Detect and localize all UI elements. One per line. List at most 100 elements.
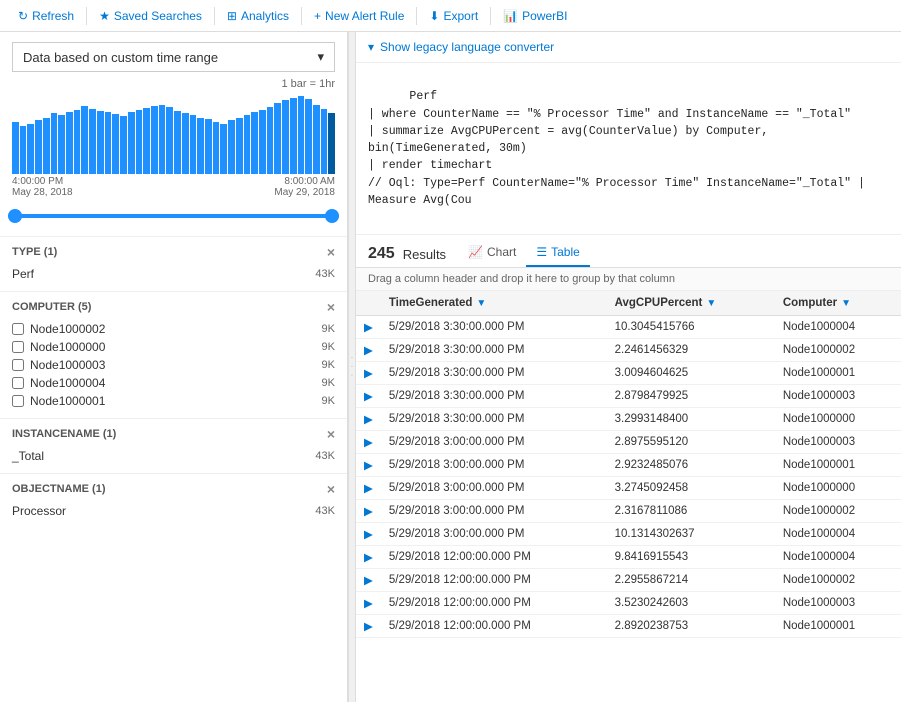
computer-filter-icon[interactable]: ▼: [841, 298, 851, 309]
row-expand-12[interactable]: ▶: [356, 592, 381, 615]
computer-checkbox-3[interactable]: [12, 377, 24, 389]
range-thumb-right[interactable]: [325, 209, 339, 223]
row-computer-10: Node1000004: [775, 546, 901, 569]
hist-bar-35[interactable]: [282, 100, 289, 174]
powerbi-label: PowerBI: [522, 9, 567, 23]
hist-bar-4[interactable]: [43, 118, 50, 174]
new-alert-button[interactable]: + New Alert Rule: [304, 5, 414, 27]
row-expand-9[interactable]: ▶: [356, 523, 381, 546]
hist-bar-23[interactable]: [190, 115, 197, 174]
range-slider[interactable]: [0, 202, 347, 236]
col-header-time: TimeGenerated ▼: [381, 291, 607, 316]
row-expand-4[interactable]: ▶: [356, 408, 381, 431]
type-filter-close[interactable]: ×: [327, 245, 335, 259]
hist-bar-27[interactable]: [220, 124, 227, 174]
row-expand-7[interactable]: ▶: [356, 477, 381, 500]
hist-bar-34[interactable]: [274, 103, 281, 174]
hist-bar-5[interactable]: [51, 113, 58, 174]
legacy-banner[interactable]: ▾ Show legacy language converter: [356, 32, 901, 63]
hist-bar-33[interactable]: [267, 107, 274, 174]
computer-checkbox-0[interactable]: [12, 323, 24, 335]
range-track: [8, 214, 339, 218]
hist-bar-29[interactable]: [236, 118, 243, 174]
analytics-icon: ⊞: [227, 9, 237, 23]
hist-bar-39[interactable]: [313, 105, 320, 174]
row-expand-8[interactable]: ▶: [356, 500, 381, 523]
avg-filter-icon[interactable]: ▼: [706, 298, 716, 309]
range-thumb-left[interactable]: [8, 209, 22, 223]
time-range-dropdown[interactable]: Data based on custom time range ▾: [12, 42, 335, 72]
hist-bar-3[interactable]: [35, 120, 42, 174]
hist-bar-22[interactable]: [182, 113, 189, 174]
hist-bar-15[interactable]: [128, 112, 135, 174]
drag-hint-text: Drag a column header and drop it here to…: [368, 273, 675, 285]
chevron-right-icon: ▾: [368, 40, 374, 54]
hist-bar-17[interactable]: [143, 108, 150, 174]
hist-bar-20[interactable]: [166, 107, 173, 174]
time-filter-icon[interactable]: ▼: [476, 298, 486, 309]
computer-checkbox-2[interactable]: [12, 359, 24, 371]
computer-filter-close[interactable]: ×: [327, 300, 335, 314]
row-expand-5[interactable]: ▶: [356, 431, 381, 454]
export-button[interactable]: ⬇ Export: [419, 5, 488, 27]
hist-bar-41[interactable]: [328, 113, 335, 174]
hist-bar-13[interactable]: [112, 114, 119, 174]
refresh-button[interactable]: ↻ Refresh: [8, 5, 84, 27]
tab-chart[interactable]: 📈 Chart: [458, 241, 526, 267]
hist-bar-37[interactable]: [298, 96, 305, 174]
type-filter-count-0: 43K: [315, 268, 335, 280]
hist-bar-18[interactable]: [151, 106, 158, 174]
hist-bar-40[interactable]: [321, 109, 328, 174]
hist-bar-28[interactable]: [228, 120, 235, 174]
hist-bar-38[interactable]: [305, 99, 312, 174]
row-expand-1[interactable]: ▶: [356, 339, 381, 362]
hist-bar-8[interactable]: [74, 110, 81, 174]
hist-bar-6[interactable]: [58, 115, 65, 174]
row-computer-8: Node1000002: [775, 500, 901, 523]
row-expand-13[interactable]: ▶: [356, 615, 381, 638]
hist-bar-19[interactable]: [159, 105, 166, 174]
objectname-filter-name-0: Processor: [12, 504, 66, 518]
query-area: Perf | where CounterName == "% Processor…: [356, 63, 901, 235]
tab-table[interactable]: ☰ Table: [526, 241, 589, 267]
row-avg-12: 3.5230242603: [607, 592, 775, 615]
computer-filter-count-4: 9K: [322, 395, 335, 407]
table-tab-icon: ☰: [536, 245, 547, 259]
hist-date-right-time: 8:00:00 AM: [274, 176, 335, 187]
instancename-filter-close[interactable]: ×: [327, 427, 335, 441]
hist-bar-12[interactable]: [105, 112, 112, 174]
row-avg-9: 10.1314302637: [607, 523, 775, 546]
hist-bar-0[interactable]: [12, 122, 19, 174]
row-expand-11[interactable]: ▶: [356, 569, 381, 592]
row-expand-3[interactable]: ▶: [356, 385, 381, 408]
hist-bar-1[interactable]: [20, 126, 27, 174]
row-expand-6[interactable]: ▶: [356, 454, 381, 477]
hist-bar-25[interactable]: [205, 119, 212, 174]
hist-bar-32[interactable]: [259, 110, 266, 174]
hist-bar-30[interactable]: [244, 115, 251, 174]
hist-bar-11[interactable]: [97, 111, 104, 174]
analytics-button[interactable]: ⊞ Analytics: [217, 5, 299, 27]
computer-checkbox-4[interactable]: [12, 395, 24, 407]
hist-bar-16[interactable]: [136, 110, 143, 174]
objectname-filter-close[interactable]: ×: [327, 482, 335, 496]
hist-bar-2[interactable]: [27, 124, 34, 174]
row-expand-2[interactable]: ▶: [356, 362, 381, 385]
powerbi-button[interactable]: 📊 PowerBI: [493, 5, 577, 27]
hist-bar-26[interactable]: [213, 122, 220, 174]
hist-bar-9[interactable]: [81, 106, 88, 174]
hist-bar-31[interactable]: [251, 112, 258, 174]
hist-bar-14[interactable]: [120, 116, 127, 174]
hist-bar-24[interactable]: [197, 118, 204, 174]
row-expand-0[interactable]: ▶: [356, 316, 381, 339]
hist-bar-7[interactable]: [66, 112, 73, 174]
chart-tab-icon: 📈: [468, 245, 483, 259]
row-computer-4: Node1000000: [775, 408, 901, 431]
computer-checkbox-1[interactable]: [12, 341, 24, 353]
row-expand-10[interactable]: ▶: [356, 546, 381, 569]
hist-bar-21[interactable]: [174, 111, 181, 174]
hist-bar-10[interactable]: [89, 109, 96, 174]
resize-handle[interactable]: · · ·: [348, 32, 356, 702]
hist-bar-36[interactable]: [290, 98, 297, 174]
saved-searches-button[interactable]: ★ Saved Searches: [89, 5, 212, 27]
